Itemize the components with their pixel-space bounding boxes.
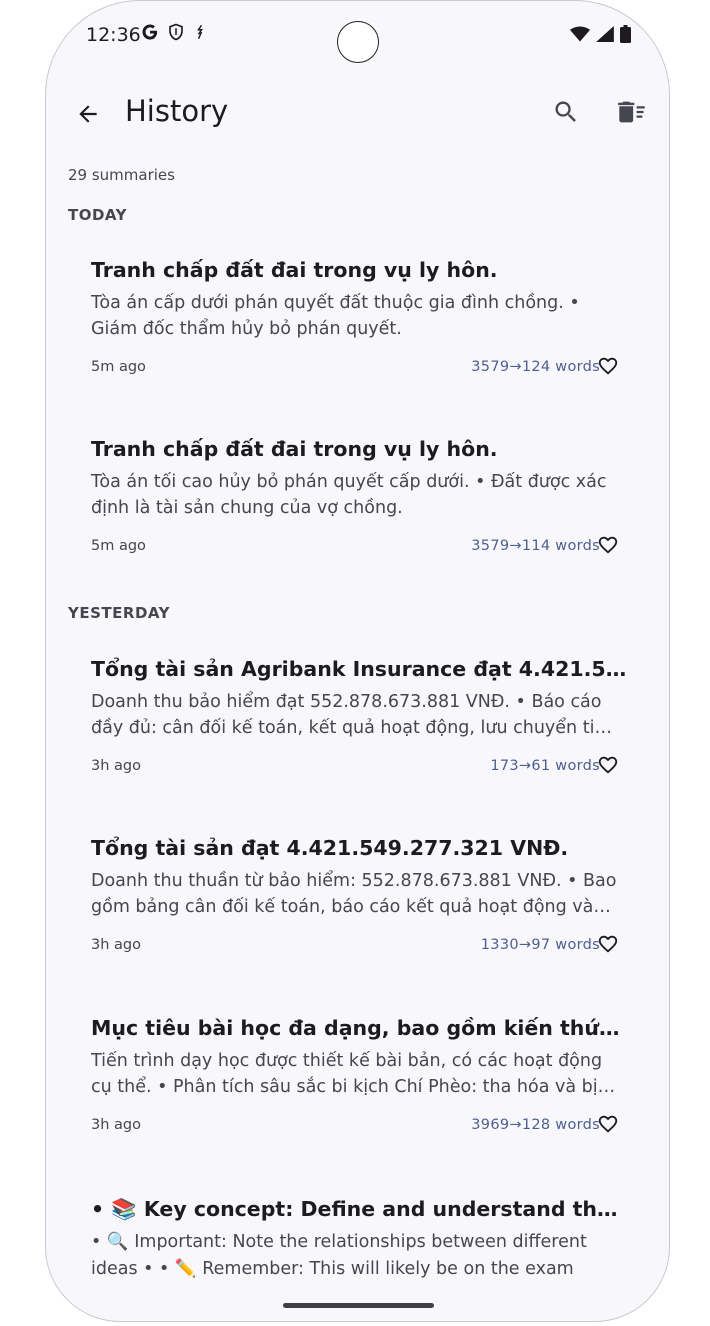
section-header-today: TODAY: [68, 206, 127, 224]
card-summary: Tòa án tối cao hủy bỏ phán quyết cấp dướ…: [91, 472, 607, 518]
battery-icon: [620, 25, 631, 43]
card-word-count: 3969→128 words: [471, 1117, 600, 1133]
card-word-count: 3579→124 words: [471, 359, 600, 375]
favorite-button[interactable]: [595, 752, 621, 778]
status-time: 12:36: [86, 24, 141, 46]
sync-icon: [197, 24, 203, 40]
card-timestamp: 3h ago: [91, 1117, 141, 1133]
phone-screen: 12:36 History 29 summaries TODAY Tranh c…: [45, 0, 670, 1322]
page-title: History: [125, 94, 229, 128]
back-button[interactable]: [68, 94, 108, 134]
card-summary: Doanh thu bảo hiểm đạt 552.878.673.881 V…: [91, 692, 617, 738]
section-header-yesterday: YESTERDAY: [68, 604, 170, 622]
card-timestamp: 5m ago: [91, 359, 146, 375]
top-app-bar: History: [46, 86, 669, 142]
status-notification-icons: [141, 23, 207, 41]
card-word-count: 173→61 words: [490, 758, 600, 774]
history-card[interactable]: Tranh chấp đất đai trong vụ ly hôn. Tòa …: [68, 421, 648, 587]
history-card[interactable]: Tổng tài sản đạt 4.421.549.277.321 VNĐ. …: [68, 820, 648, 986]
front-camera: [337, 21, 379, 63]
history-card[interactable]: Tổng tài sản Agribank Insurance đạt 4.42…: [68, 641, 648, 807]
card-title: Mục tiêu bài học đa dạng, bao gồm kiến t…: [91, 1016, 627, 1040]
status-system-icons: [570, 25, 631, 43]
history-card[interactable]: Mục tiêu bài học đa dạng, bao gồm kiến t…: [68, 1000, 648, 1166]
home-indicator[interactable]: [283, 1303, 434, 1308]
card-timestamp: 3h ago: [91, 937, 141, 953]
card-timestamp: 5m ago: [91, 538, 146, 554]
card-word-count: 1330→97 words: [480, 937, 600, 953]
heart-outline-icon: [598, 756, 618, 774]
card-summary: Tiến trình dạy học được thiết kế bài bản…: [91, 1051, 603, 1097]
delete-sweep-icon: [618, 101, 645, 123]
summaries-count: 29 summaries: [68, 166, 175, 184]
card-title: Tổng tài sản Agribank Insurance đạt 4.42…: [91, 657, 627, 681]
search-icon: [555, 101, 576, 122]
heart-outline-icon: [598, 935, 618, 953]
delete-all-button[interactable]: [612, 92, 652, 132]
card-title: Tổng tài sản đạt 4.421.549.277.321 VNĐ.: [91, 836, 569, 860]
card-summary: Doanh thu thuần từ bảo hiểm: 552.878.673…: [91, 871, 617, 917]
status-bar: 12:36: [46, 1, 669, 71]
google-icon: [142, 24, 158, 40]
wifi-icon: [570, 26, 590, 42]
card-summary: • 🔍 Important: Note the relationships be…: [91, 1232, 587, 1279]
favorite-button[interactable]: [595, 1111, 621, 1137]
heart-outline-icon: [598, 357, 618, 375]
shield-icon: [169, 23, 183, 41]
card-timestamp: 3h ago: [91, 758, 141, 774]
back-arrow-icon: [79, 105, 97, 123]
history-card-partial[interactable]: • 📚 Key concept: Define and understand t…: [68, 1181, 648, 1291]
heart-outline-icon: [598, 1115, 618, 1133]
card-title: Tranh chấp đất đai trong vụ ly hôn.: [91, 437, 498, 461]
history-card[interactable]: Tranh chấp đất đai trong vụ ly hôn. Tòa …: [68, 242, 648, 408]
card-summary: Tòa án cấp dưới phán quyết đất thuộc gia…: [91, 293, 580, 339]
favorite-button[interactable]: [595, 931, 621, 957]
search-button[interactable]: [546, 92, 586, 132]
card-word-count: 3579→114 words: [471, 538, 600, 554]
signal-icon: [596, 26, 614, 42]
favorite-button[interactable]: [595, 532, 621, 558]
card-title: Tranh chấp đất đai trong vụ ly hôn.: [91, 258, 498, 282]
card-title: • 📚 Key concept: Define and understand t…: [91, 1197, 627, 1221]
favorite-button[interactable]: [595, 353, 621, 379]
heart-outline-icon: [598, 536, 618, 554]
